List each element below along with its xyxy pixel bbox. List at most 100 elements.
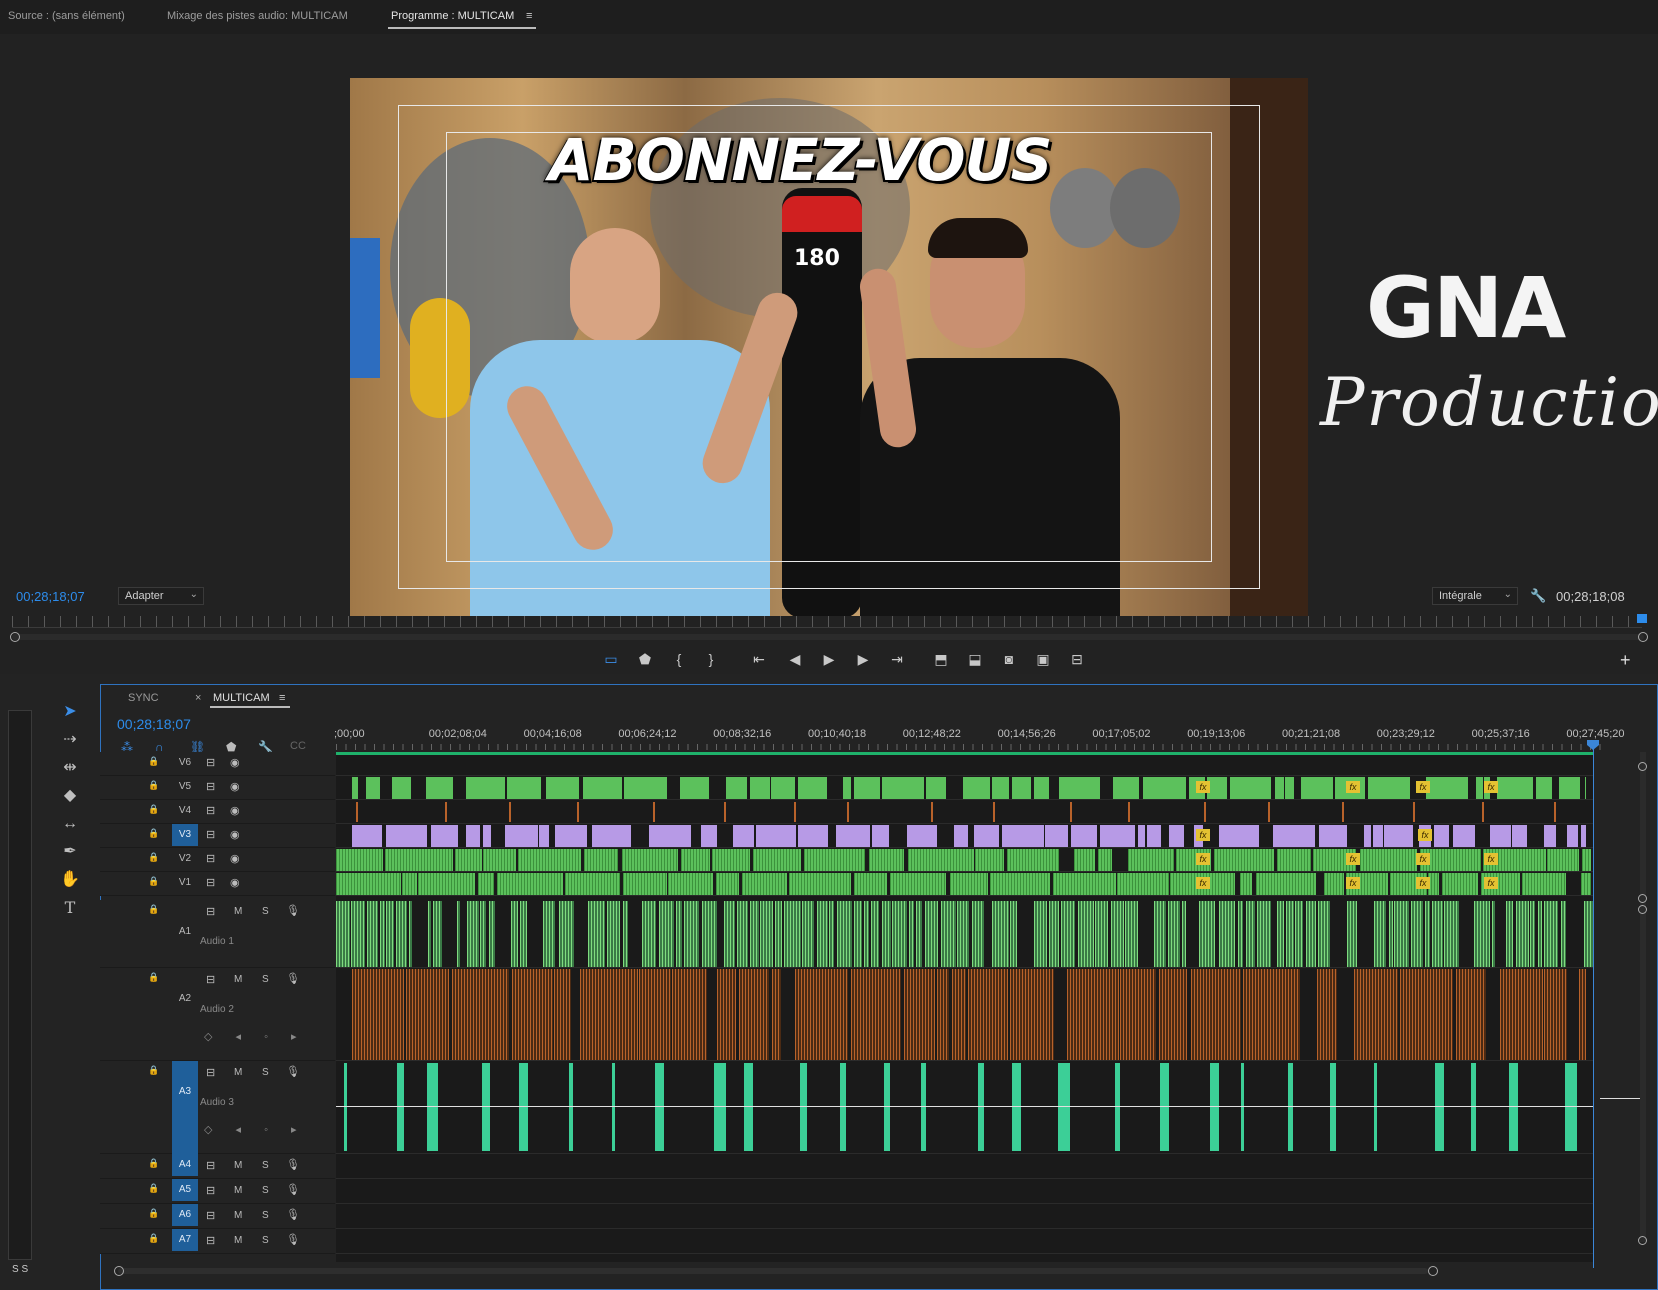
timeline-clip[interactable] (623, 901, 629, 967)
keyframe-nav-icon[interactable]: ◇ ◂ ◦ ▸ (204, 1123, 307, 1136)
timeline-clip[interactable] (427, 1063, 439, 1151)
track-target[interactable]: V5 (172, 776, 198, 798)
timeline-clip[interactable] (684, 901, 699, 967)
mute-button[interactable]: M (234, 974, 242, 985)
timeline-clip[interactable] (511, 969, 553, 1060)
timeline-clip[interactable] (427, 901, 432, 967)
timeline-clip[interactable] (907, 849, 975, 871)
timeline-clip[interactable] (1342, 802, 1345, 822)
timeline-clip[interactable] (489, 901, 496, 967)
timeline-clip[interactable] (482, 849, 516, 871)
timeline-clip[interactable] (907, 825, 938, 847)
timeline-clip[interactable] (555, 825, 588, 847)
timeline-clip[interactable] (1077, 901, 1095, 967)
monitor-playhead[interactable] (1637, 614, 1647, 623)
timeline-clip[interactable] (565, 873, 620, 895)
timeline-clip[interactable] (871, 901, 880, 967)
timeline-clip[interactable] (336, 901, 351, 967)
timeline-clip[interactable] (391, 777, 412, 799)
track-lane[interactable] (336, 1204, 1594, 1229)
timeline-clip[interactable] (936, 969, 950, 1060)
timeline-clip[interactable] (497, 873, 563, 895)
timeline-clip[interactable] (829, 901, 835, 967)
timeline-clip[interactable] (1001, 825, 1044, 847)
lock-icon[interactable]: 🔒 (148, 804, 159, 815)
timeline-clip[interactable] (465, 825, 481, 847)
timeline-clip[interactable] (1095, 901, 1109, 967)
settings-wrench-icon[interactable]: 🔧 (1530, 588, 1546, 604)
timeline-clip[interactable] (366, 901, 378, 967)
timeline-clip[interactable] (883, 1063, 890, 1151)
timeline-clip[interactable] (701, 825, 717, 847)
timeline-clip[interactable] (336, 873, 401, 895)
timeline-clip[interactable] (1530, 901, 1535, 967)
timeline-clip[interactable] (784, 901, 801, 967)
timeline-clip[interactable] (1516, 901, 1530, 967)
timeline-clip[interactable] (433, 901, 443, 967)
timeline-clip[interactable] (909, 901, 914, 967)
timeline-clip[interactable] (539, 825, 550, 847)
track-lane[interactable] (336, 800, 1594, 824)
timeline-clip[interactable] (1112, 777, 1140, 799)
eye-icon[interactable]: ◉ (230, 756, 240, 769)
tab-audio-mixer[interactable]: Mixage des pistes audio: MULTICAM (167, 10, 348, 22)
timeline-clip[interactable] (654, 1063, 665, 1151)
timeline-clip[interactable] (1069, 802, 1072, 822)
mute-button[interactable]: M (234, 1185, 242, 1196)
mute-button[interactable]: M (234, 1067, 242, 1078)
timeline-clip[interactable] (798, 825, 828, 847)
timeline-clip[interactable] (1142, 777, 1187, 799)
timeline-clip[interactable] (1011, 777, 1031, 799)
timeline-clip[interactable] (931, 802, 934, 822)
timeline-clip[interactable] (623, 873, 667, 895)
timeline-clip[interactable] (954, 825, 968, 847)
timeline-clip[interactable] (1318, 901, 1330, 967)
lock-icon[interactable]: 🔒 (148, 1158, 159, 1169)
timeline-clip[interactable] (1543, 969, 1567, 1060)
timeline-clip[interactable] (1098, 849, 1113, 871)
mark-out-icon[interactable]: } (700, 648, 722, 670)
timeline-clip[interactable] (990, 873, 1051, 895)
timeline-clip[interactable] (1274, 777, 1284, 799)
timeline-clip[interactable] (1033, 901, 1047, 967)
timeline-clip[interactable] (1237, 901, 1244, 967)
timeline-clip[interactable] (1169, 825, 1185, 847)
timeline-clip[interactable] (584, 849, 619, 871)
timeline-clip[interactable] (772, 969, 782, 1060)
tab-source[interactable]: Source : (sans élément) (8, 10, 125, 22)
track-target[interactable]: V2 (172, 848, 198, 870)
scroll-handle-mid[interactable] (1638, 905, 1647, 914)
timeline-clip[interactable] (724, 802, 727, 822)
scroll-handle-bottom[interactable] (1638, 1236, 1647, 1245)
mark-in-icon[interactable]: { (668, 648, 690, 670)
play-icon[interactable]: ▶ (818, 648, 840, 670)
track-target[interactable]: A7 (172, 1229, 198, 1251)
timeline-clip[interactable] (991, 901, 1009, 967)
track-lane[interactable] (336, 1154, 1594, 1179)
timeline-clip[interactable] (978, 1063, 984, 1151)
timeline-clip[interactable] (653, 802, 656, 822)
add-button-icon[interactable]: + (1620, 650, 1631, 671)
track-lane[interactable] (336, 1179, 1594, 1204)
timeline-clip[interactable] (580, 969, 638, 1060)
timeline-clip[interactable] (926, 777, 947, 799)
track-select-tool-icon[interactable]: ⇢ (55, 728, 85, 752)
toggle-sync-lock-icon[interactable]: ⊟ (206, 876, 215, 889)
timeline-playhead[interactable] (1593, 742, 1594, 1268)
timeline-clip[interactable] (546, 777, 580, 799)
timeline-clip[interactable] (1059, 777, 1100, 799)
monitor-mini-ruler[interactable] (12, 616, 1642, 628)
timeline-clip[interactable] (854, 873, 887, 895)
timeline-clip[interactable] (675, 901, 682, 967)
step-forward-icon[interactable]: ▶ (852, 648, 874, 670)
timeline-clip[interactable] (380, 901, 385, 967)
solo-button[interactable]: S (262, 1235, 269, 1246)
timeline-clip[interactable] (480, 901, 486, 967)
timeline-clip[interactable] (408, 901, 412, 967)
timeline-clip[interactable] (1497, 777, 1533, 799)
timeline-clip[interactable] (789, 873, 852, 895)
timeline-clip[interactable] (1190, 969, 1242, 1060)
eye-icon[interactable]: ◉ (230, 804, 240, 817)
toggle-sync-lock-icon[interactable]: ⊟ (206, 852, 215, 865)
timeline-clip[interactable] (1153, 901, 1167, 967)
